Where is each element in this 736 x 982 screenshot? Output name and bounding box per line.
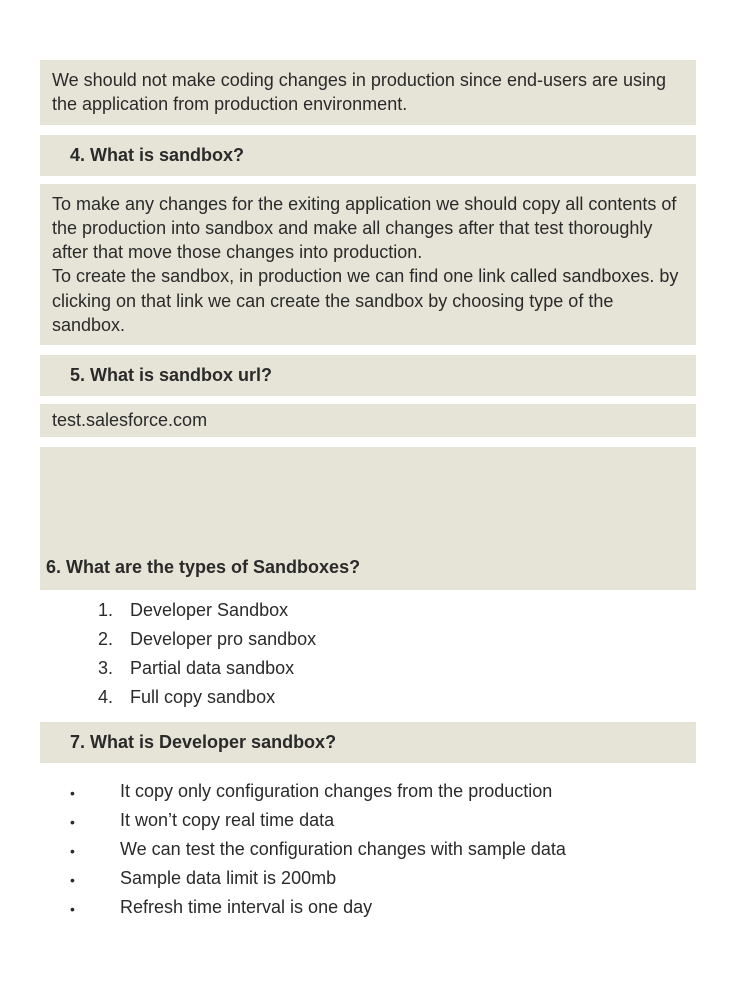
- list-item: 3.Partial data sandbox: [40, 654, 696, 683]
- q6-container: 6. What are the types of Sandboxes?: [40, 447, 696, 590]
- document-page: We should not make coding changes in pro…: [0, 0, 736, 982]
- q4-answer: To make any changes for the exiting appl…: [40, 184, 696, 346]
- q5-answer: test.salesforce.com: [40, 404, 696, 437]
- q6-list: 1.Developer Sandbox 2.Developer pro sand…: [40, 590, 696, 722]
- list-item: 4.Full copy sandbox: [40, 683, 696, 712]
- q5-heading: 5. What is sandbox url?: [40, 355, 696, 396]
- list-item: 2.Developer pro sandbox: [40, 625, 696, 654]
- q7-list: It copy only configuration changes from …: [40, 771, 696, 922]
- q6-heading: 6. What are the types of Sandboxes?: [40, 547, 696, 588]
- list-item-text: Partial data sandbox: [130, 658, 294, 678]
- list-item-text: We can test the configuration changes wi…: [120, 839, 566, 859]
- list-item: We can test the configuration changes wi…: [40, 835, 696, 864]
- list-item-text: Refresh time interval is one day: [120, 897, 372, 917]
- list-item-text: It copy only configuration changes from …: [120, 781, 552, 801]
- blank-block: [40, 447, 696, 547]
- list-item-text: Sample data limit is 200mb: [120, 868, 336, 888]
- intro-paragraph: We should not make coding changes in pro…: [40, 60, 696, 125]
- list-item-text: It won’t copy real time data: [120, 810, 334, 830]
- list-item-text: Developer pro sandbox: [130, 629, 316, 649]
- list-item: It copy only configuration changes from …: [40, 777, 696, 806]
- list-item: Refresh time interval is one day: [40, 893, 696, 922]
- q7-heading: 7. What is Developer sandbox?: [40, 722, 696, 763]
- list-item: 1.Developer Sandbox: [40, 596, 696, 625]
- q4-heading: 4. What is sandbox?: [40, 135, 696, 176]
- list-item-text: Full copy sandbox: [130, 687, 275, 707]
- list-item: It won’t copy real time data: [40, 806, 696, 835]
- list-item-text: Developer Sandbox: [130, 600, 288, 620]
- list-item: Sample data limit is 200mb: [40, 864, 696, 893]
